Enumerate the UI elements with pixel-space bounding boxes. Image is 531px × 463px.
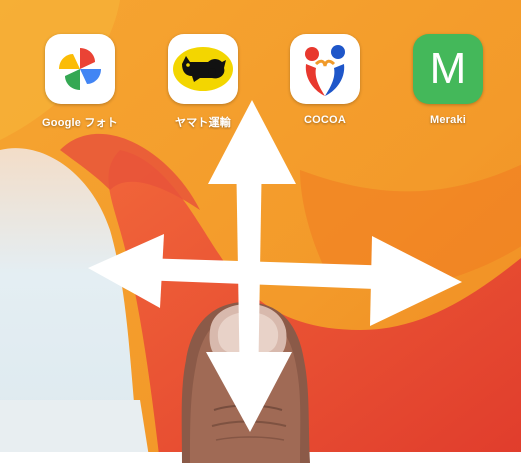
app-label: Google フォト — [42, 117, 118, 129]
app-google-photos[interactable]: Google フォト — [37, 34, 123, 130]
app-label: Meraki — [429, 114, 467, 126]
home-screen-photo: Google フォト ヤマト運輸 COCOA M Meraki — [0, 0, 531, 463]
app-row: Google フォト ヤマト運輸 COCOA M Meraki — [0, 0, 531, 160]
app-meraki[interactable]: M Meraki — [405, 34, 491, 126]
app-cocoa[interactable]: COCOA — [282, 34, 368, 126]
cocoa-icon — [290, 34, 360, 104]
app-label: COCOA — [304, 114, 346, 126]
app-yamato[interactable]: ヤマト運輸 — [160, 34, 246, 130]
app-label: ヤマト運輸 — [175, 117, 231, 129]
meraki-letter: M — [429, 44, 467, 93]
google-photos-icon — [45, 34, 115, 104]
thumb — [181, 302, 310, 463]
yamato-transport-icon — [168, 34, 238, 104]
meraki-icon: M — [413, 34, 483, 104]
